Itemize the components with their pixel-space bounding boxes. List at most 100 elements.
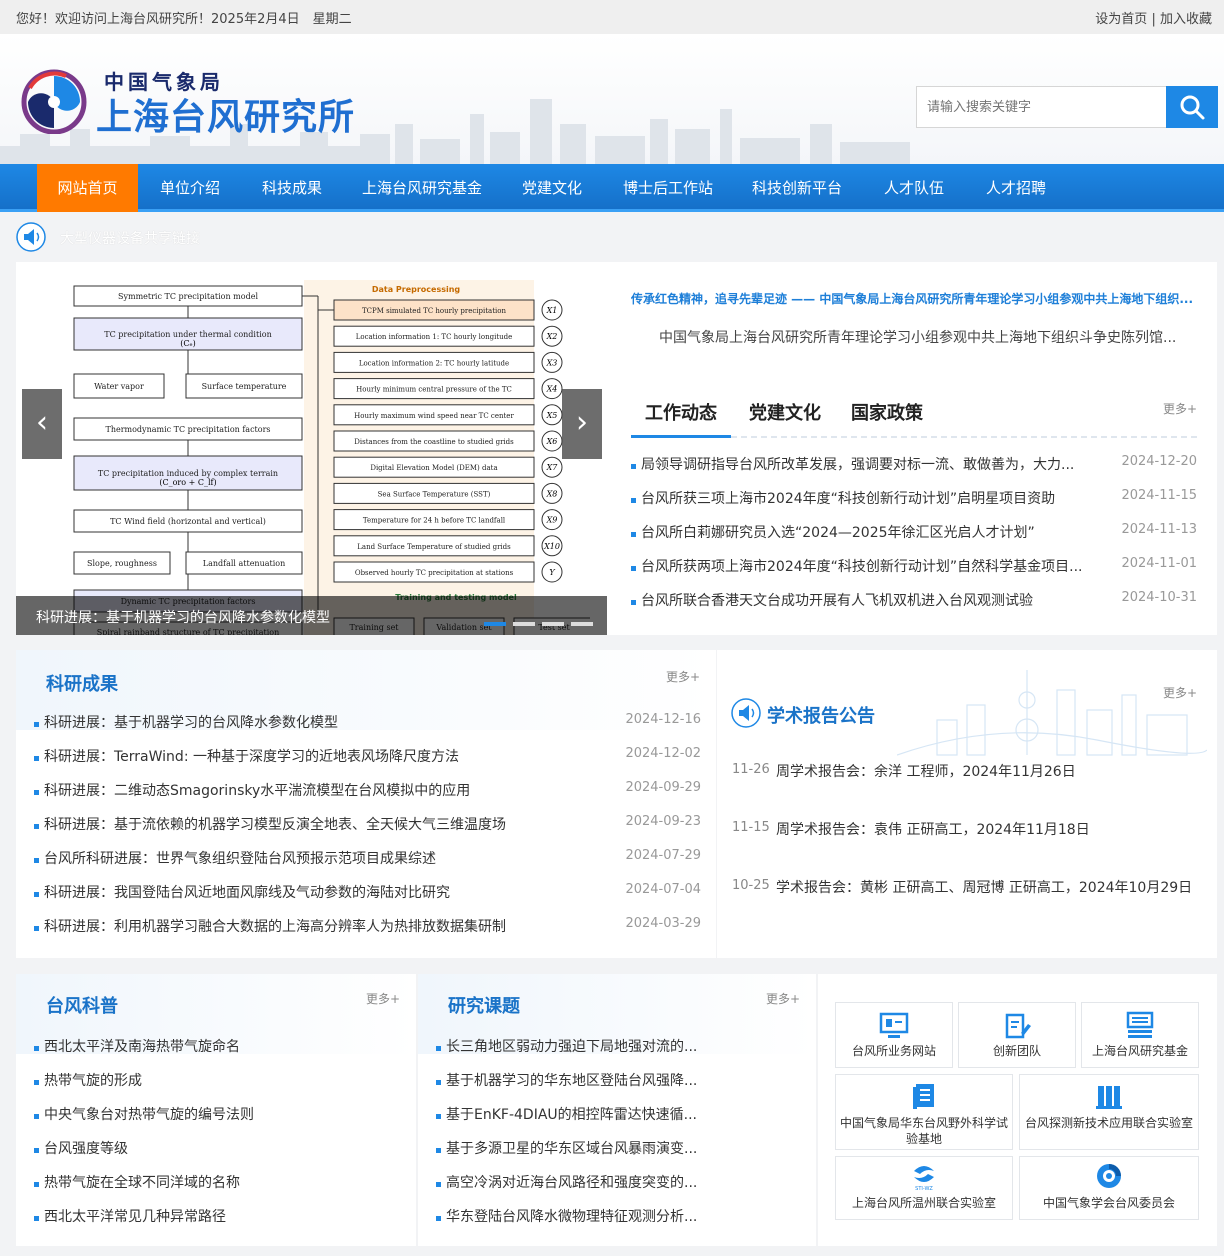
research-item-date: 2024-12-02 — [625, 746, 701, 761]
slide-caption-text[interactable]: 科研进展：基于机器学习的台风降水参数化模型 — [36, 607, 330, 627]
project-item-title[interactable]: 高空冷涡对近海台风路径和强度突变的... — [446, 1172, 736, 1192]
quicklink-detection-lab[interactable]: 台风探测新技术应用联合实验室 — [1019, 1074, 1199, 1150]
report-title[interactable]: 学术报告会：黄彬 正研高工、周冠博 正研高工，2024年10月29日 — [776, 876, 1198, 900]
fig-var-label: X4 — [546, 385, 558, 394]
research-item-date: 2024-09-29 — [625, 780, 701, 795]
search-icon — [1180, 95, 1205, 120]
notice-link[interactable]: 大型仪器设备共享链接 — [60, 228, 200, 248]
quicklink-business-site[interactable]: 台风所业务网站 — [835, 1002, 953, 1068]
science-item-title[interactable]: 热带气旋在全球不同洋域的名称 — [44, 1172, 394, 1192]
project-item-title[interactable]: 基于多源卫星的华东区域台风暴雨演变... — [446, 1138, 736, 1158]
quicklink-label: 台风所业务网站 — [851, 1044, 936, 1058]
fig-left-label: Landfall attenuation — [203, 559, 286, 568]
research-item-title[interactable]: 科研进展：TerraWind: 一种基于深度学习的近地表风场降尺度方法 — [44, 746, 624, 766]
nav-item-fund[interactable]: 上海台风研究基金 — [352, 164, 492, 212]
news-title[interactable]: 局领导调研指导台风所改革发展，强调要对标一流、敢做善为，大力... — [641, 454, 1111, 474]
project-item-title[interactable]: 华东登陆台风降水微物理特征观测分析... — [446, 1206, 736, 1226]
edit-doc-icon — [1005, 1013, 1031, 1039]
search-button[interactable] — [1166, 86, 1218, 128]
tab-work-news[interactable]: 工作动态 — [631, 398, 731, 438]
news-title[interactable]: 台风所获三项上海市2024年度“科技创新行动计划”启明星项目资助 — [641, 488, 1111, 508]
fig-var-label: X2 — [546, 332, 558, 341]
tab-party-culture[interactable]: 党建文化 — [735, 398, 835, 438]
quicklink-research-fund[interactable]: 上海台风研究基金 — [1081, 1002, 1199, 1068]
nav-item-postdoc[interactable]: 博士后工作站 — [612, 164, 724, 212]
project-item-title[interactable]: 基于EnKF-4DIAU的相控阵雷达快速循... — [446, 1104, 736, 1124]
report-title[interactable]: 周学术报告会：袁伟 正研高工，2024年11月18日 — [776, 818, 1198, 842]
research-item-title[interactable]: 科研进展：基于机器学习的台风降水参数化模型 — [44, 712, 624, 732]
bullet — [34, 926, 39, 931]
news-title[interactable]: 台风所联合香港天文台成功开展有人飞机双机进入台风观测试验 — [641, 590, 1111, 610]
research-item: 科研进展：利用机器学习融合大数据的上海高分辨率人为热排放数据集研制 2024-03… — [34, 916, 701, 950]
server-icon — [1126, 1011, 1154, 1038]
slider-prev-button[interactable]: ‹ — [22, 389, 62, 459]
add-favorite-link[interactable]: 加入收藏 — [1160, 12, 1212, 27]
project-item-title[interactable]: 基于机器学习的华东地区登陆台风强降... — [446, 1070, 736, 1090]
research-more-link[interactable]: 更多+ — [666, 668, 700, 685]
science-item-title[interactable]: 热带气旋的形成 — [44, 1070, 394, 1090]
research-item-title[interactable]: 科研进展：我国登陆台风近地面风廓线及气动参数的海陆对比研究 — [44, 882, 624, 902]
fig-var-label: X3 — [546, 358, 558, 367]
quicklink-typhoon-committee[interactable]: 中国气象学会台风委员会 — [1019, 1156, 1199, 1220]
fig-var-label: X5 — [546, 411, 558, 420]
search-input[interactable] — [916, 86, 1168, 128]
reports-more-link[interactable]: 更多+ — [1163, 684, 1197, 701]
report-date: 11-15 — [732, 820, 770, 835]
site-header: 中国气象局 上海台风研究所 — [0, 34, 1224, 164]
science-item-title[interactable]: 中央气象台对热带气旋的编号法则 — [44, 1104, 394, 1124]
nav-item-talent[interactable]: 人才队伍 — [870, 164, 958, 212]
slider-dot[interactable] — [542, 622, 564, 626]
nav-item-recruit[interactable]: 人才招聘 — [970, 164, 1062, 212]
project-item: 高空冷涡对近海台风路径和强度突变的... — [436, 1172, 736, 1206]
research-item-title[interactable]: 科研进展：二维动态Smagorinsky水平湍流模型在台风模拟中的应用 — [44, 780, 624, 800]
fig-var-label: X10 — [543, 542, 560, 551]
slider-dot[interactable] — [484, 622, 506, 626]
search-box — [916, 86, 1218, 128]
news-title[interactable]: 台风所白莉娜研究员入选“2024—2025年徐汇区光启人才计划” — [641, 522, 1111, 542]
nav-item-home[interactable]: 网站首页 — [37, 164, 138, 212]
quicklink-field-base[interactable]: 中国气象局华东台风野外科学试验基地 — [835, 1074, 1013, 1150]
news-title[interactable]: 台风所获两项上海市2024年度“科技创新行动计划”自然科学基金项目... — [641, 556, 1111, 576]
set-homepage-link[interactable]: 设为首页 — [1095, 12, 1147, 27]
report-date: 11-26 — [732, 762, 770, 777]
research-item-date: 2024-07-04 — [625, 882, 701, 897]
report-title[interactable]: 周学术报告会：余洋 工程师，2024年11月26日 — [776, 760, 1198, 784]
science-item-title[interactable]: 西北太平洋常见几种异常路径 — [44, 1206, 394, 1226]
projects-more-link[interactable]: 更多+ — [766, 990, 800, 1007]
science-item: 西北太平洋及南海热带气旋命名 — [34, 1036, 404, 1070]
slider-dot[interactable] — [571, 622, 593, 626]
news-more-link[interactable]: 更多+ — [1163, 400, 1197, 417]
project-item-title[interactable]: 长三角地区弱动力强迫下局地强对流的... — [446, 1036, 736, 1056]
tab-national-policy[interactable]: 国家政策 — [837, 398, 937, 438]
slide-image[interactable]: Symmetric TC precipitation model TC preci… — [36, 278, 595, 635]
nav-item-party[interactable]: 党建文化 — [505, 164, 599, 212]
nav-item-innovation[interactable]: 科技创新平台 — [737, 164, 857, 212]
nav-item-about[interactable]: 单位介绍 — [143, 164, 237, 212]
news-tabs: 工作动态 党建文化 国家政策 更多+ — [631, 394, 1197, 438]
featured-headline[interactable]: 传承红色精神，追寻先辈足迹 —— 中国气象局上海台风研究所青年理论学习小组参观中… — [631, 290, 1197, 307]
science-item-title[interactable]: 西北太平洋及南海热带气旋命名 — [44, 1036, 394, 1056]
research-item-title[interactable]: 台风所科研进展：世界气象组织登陆台风预报示范项目成果综述 — [44, 848, 624, 868]
news-date: 2024-10-31 — [1121, 590, 1197, 605]
quicklink-innovation-team[interactable]: 创新团队 — [958, 1002, 1076, 1068]
fig-left-label: TC precipitation under thermal condition — [104, 330, 271, 339]
slider-next-button[interactable]: › — [562, 389, 602, 459]
research-item: 科研进展：基于机器学习的台风降水参数化模型 2024-12-16 — [34, 712, 701, 746]
news-slider: Symmetric TC precipitation model TC preci… — [16, 262, 607, 635]
news-item: 台风所获两项上海市2024年度“科技创新行动计划”自然科学基金项目... 2024… — [631, 556, 1197, 590]
quicklink-label: 台风探测新技术应用联合实验室 — [1024, 1116, 1193, 1130]
fig-right-label: Sea Surface Temperature (SST) — [378, 490, 491, 498]
research-item-title[interactable]: 科研进展：利用机器学习融合大数据的上海高分辨率人为热排放数据集研制 — [44, 916, 624, 936]
research-item: 科研进展：我国登陆台风近地面风廓线及气动参数的海陆对比研究 2024-07-04 — [34, 882, 701, 916]
science-item: 中央气象台对热带气旋的编号法则 — [34, 1104, 404, 1138]
research-item-title[interactable]: 科研进展：基于流依赖的机器学习模型反演全地表、全天候大气三维温度场 — [44, 814, 624, 834]
nav-item-achievements[interactable]: 科技成果 — [245, 164, 339, 212]
science-item-title[interactable]: 台风强度等级 — [44, 1138, 394, 1158]
bullet — [34, 1114, 39, 1119]
slider-dot[interactable] — [513, 622, 535, 626]
science-more-link[interactable]: 更多+ — [366, 990, 400, 1007]
lab-icon — [1096, 1086, 1122, 1109]
news-date: 2024-11-15 — [1121, 488, 1197, 503]
quicklink-wenzhou-lab[interactable]: STI-WZ 上海台风所温州联合实验室 — [835, 1156, 1013, 1220]
news-item: 台风所获三项上海市2024年度“科技创新行动计划”启明星项目资助 2024-11-… — [631, 488, 1197, 522]
